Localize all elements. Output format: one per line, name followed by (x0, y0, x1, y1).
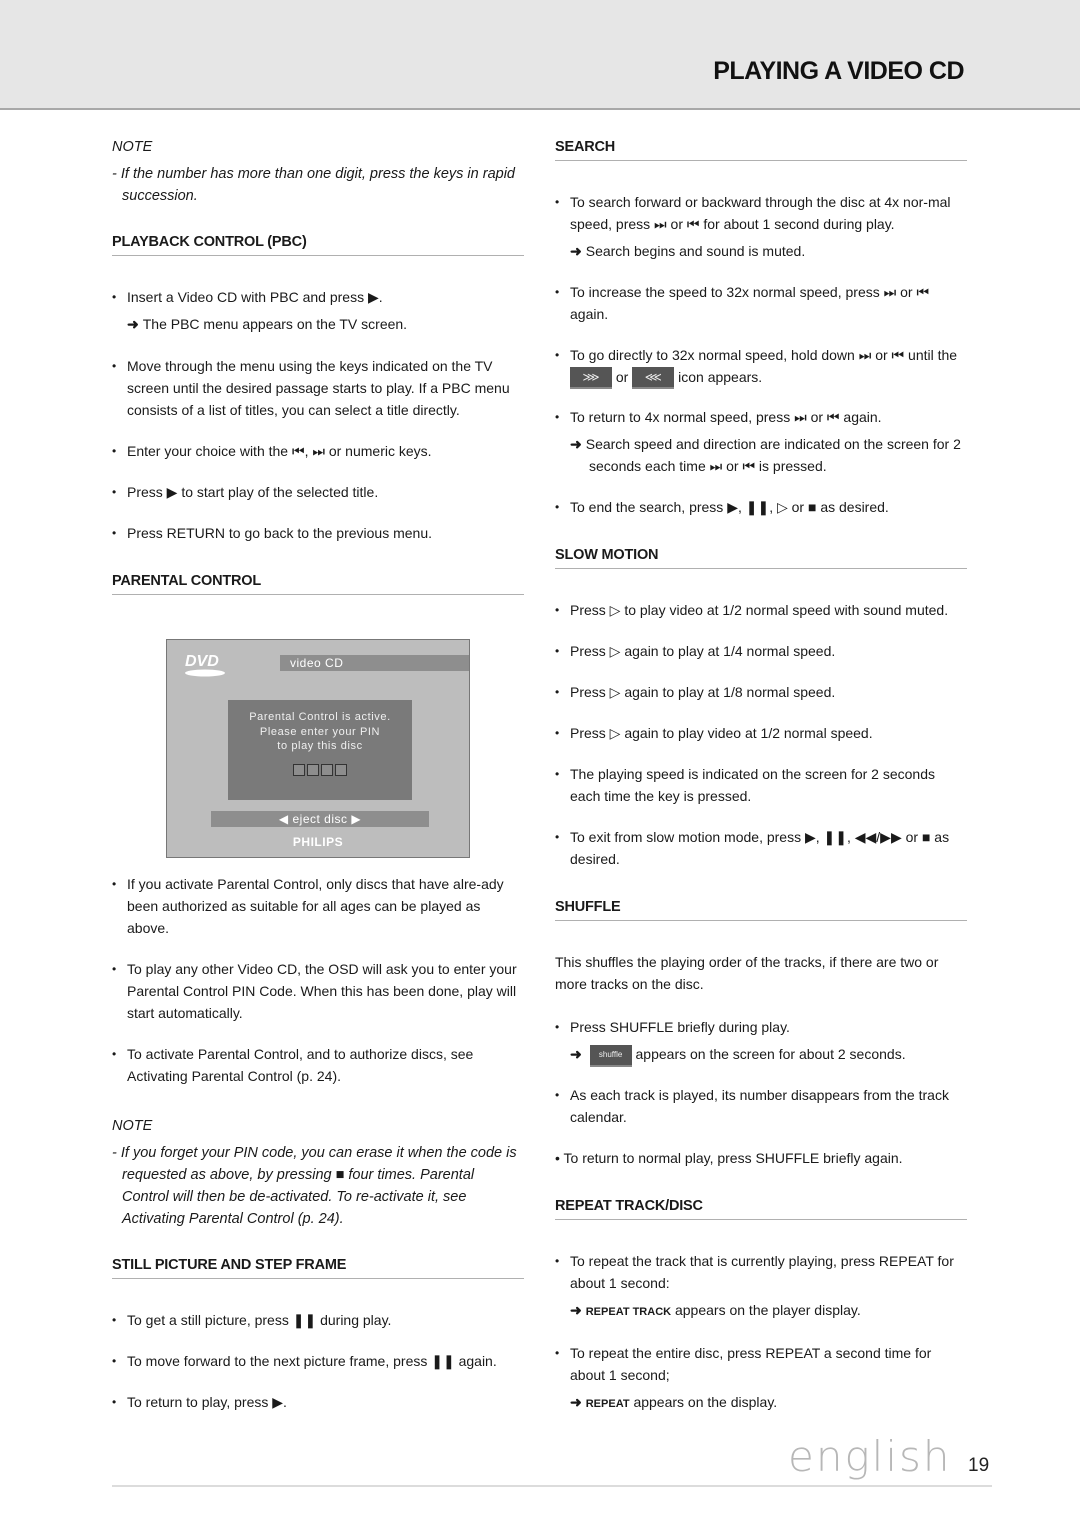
section-heading-pbc: PLAYBACK CONTROL (PBC) (112, 231, 524, 256)
pbc-bullet: Press RETURN to go back to the previous … (112, 522, 524, 544)
note-title: NOTE (112, 1118, 153, 1134)
pin-digit-box[interactable] (335, 763, 347, 776)
osd-eject-disc-option[interactable]: ◀ eject disc ▶ (211, 811, 429, 827)
fast-forward-32x-icon: ⋙ (570, 367, 612, 390)
still-bullet: To move forward to the next picture fram… (112, 1350, 524, 1372)
section-heading-slow-motion: SLOW MOTION (555, 544, 967, 570)
slow-bullet: To exit from slow motion mode, press ▶, … (555, 826, 967, 870)
arrow-icon: ➜ (570, 436, 582, 453)
search-result: ➜ Search begins and sound is muted. (570, 243, 806, 259)
search-bullet: To end the search, press ▶, ❚❚, ▷ or ■ a… (555, 496, 967, 518)
still-bullet: To return to play, press ▶. (112, 1391, 524, 1413)
note-text: - If the number has more than one digit,… (112, 166, 515, 204)
repeat-result: ➜ REPEAT TRACK appears on the player disp… (570, 1301, 861, 1318)
slow-bullet: Press ▷ again to play video at 1/2 norma… (555, 722, 967, 744)
pbc-bullet: Enter your choice with the ⏮, ⏭ or numer… (112, 440, 524, 462)
pbc-bullet: Insert a Video CD with PBC and press ▶. (112, 286, 524, 308)
osd-message-line: Parental Control is active. (249, 711, 391, 723)
search-bullet: To return to 4x normal speed, press ⏭ or… (555, 406, 967, 428)
still-bullet: To get a still picture, press ❚❚ during … (112, 1309, 524, 1331)
fast-rewind-32x-icon: ⋘ (632, 367, 675, 390)
repeat-bullet: To repeat the track that is currently pl… (555, 1250, 967, 1294)
pbc-bullet: Press ▶ to start play of the selected ti… (112, 481, 524, 503)
pin-digit-box[interactable] (307, 763, 319, 776)
section-heading-search: SEARCH (555, 136, 967, 161)
arrow-icon: ➜ (570, 1301, 582, 1318)
parental-bullet: To activate Parental Control, and to aut… (112, 1043, 524, 1087)
page-header: PLAYING A VIDEO CD (0, 0, 1080, 110)
osd-pin-dialog: Parental Control is active. Please enter… (228, 700, 412, 800)
pin-digit-box[interactable] (293, 763, 305, 776)
section-heading-still: STILL PICTURE AND STEP FRAME (112, 1254, 524, 1279)
pin-digit-box[interactable] (321, 763, 333, 776)
parental-control-osd-screen: DVD video CD Parental Control is active.… (166, 639, 470, 858)
pin-entry-boxes[interactable] (228, 763, 412, 776)
pbc-result: ➜ The PBC menu appears on the TV screen. (127, 316, 408, 332)
language-label: english (788, 1432, 952, 1481)
slow-bullet: Press ▷ again to play at 1/8 normal spee… (555, 681, 967, 703)
slow-bullet: Press ▷ again to play at 1/4 normal spee… (555, 640, 967, 662)
right-column: SEARCH To search forward or backward thr… (555, 136, 967, 1415)
footer-divider (112, 1485, 992, 1487)
repeat-bullet: To repeat the entire disc, press REPEAT … (555, 1342, 967, 1386)
arrow-icon: ➜ (570, 243, 582, 259)
slow-bullet: Press ▷ to play video at 1/2 normal spee… (555, 599, 967, 621)
arrow-icon: ➜ (127, 316, 139, 332)
shuffle-intro: This shuffles the playing order of the t… (555, 954, 939, 993)
svg-text:DVD: DVD (185, 653, 219, 670)
parental-bullet: To play any other Video CD, the OSD will… (112, 958, 524, 1024)
note-title: NOTE (112, 139, 153, 155)
pbc-bullet: Move through the menu using the keys ind… (112, 355, 524, 421)
section-heading-shuffle: SHUFFLE (555, 896, 967, 922)
section-heading-repeat: REPEAT TRACK/DISC (555, 1195, 967, 1220)
philips-brand-logo: PHILIPS (292, 835, 344, 849)
search-bullet: To search forward or backward through th… (555, 191, 967, 235)
slow-bullet: The playing speed is indicated on the sc… (555, 763, 967, 807)
arrow-icon: ➜ (570, 1393, 582, 1410)
page-number: 19 (968, 1455, 990, 1476)
shuffle-osd-icon: shuffle (589, 1044, 632, 1067)
page-title: PLAYING A VIDEO CD (713, 57, 964, 85)
note-text: - If you forget your PIN code, you can e… (112, 1145, 517, 1227)
osd-message-line: to play this disc (277, 740, 363, 752)
shuffle-bullet: Press SHUFFLE briefly during play. (555, 1016, 967, 1038)
search-bullet: To increase the speed to 32x normal spee… (555, 281, 967, 325)
osd-title-bar: video CD (280, 655, 469, 671)
shuffle-note: • To return to normal play, press SHUFFL… (555, 1149, 903, 1166)
search-result: ➜ Search speed and direction are indicate… (570, 436, 961, 475)
shuffle-bullet: As each track is played, its number disa… (555, 1084, 967, 1128)
section-heading-parental: PARENTAL CONTROL (112, 570, 524, 595)
arrow-icon: ➜ (570, 1046, 582, 1063)
dvd-logo-icon: DVD (185, 653, 225, 677)
shuffle-result: ➜ shuffle appears on the screen for abou… (555, 1043, 967, 1067)
repeat-result: ➜ REPEAT appears on the display. (570, 1393, 778, 1410)
osd-message-line: Please enter your PIN (259, 725, 381, 738)
parental-bullet: If you activate Parental Control, only d… (112, 873, 524, 939)
search-bullet: To go directly to 32x normal speed, hold… (555, 344, 967, 390)
